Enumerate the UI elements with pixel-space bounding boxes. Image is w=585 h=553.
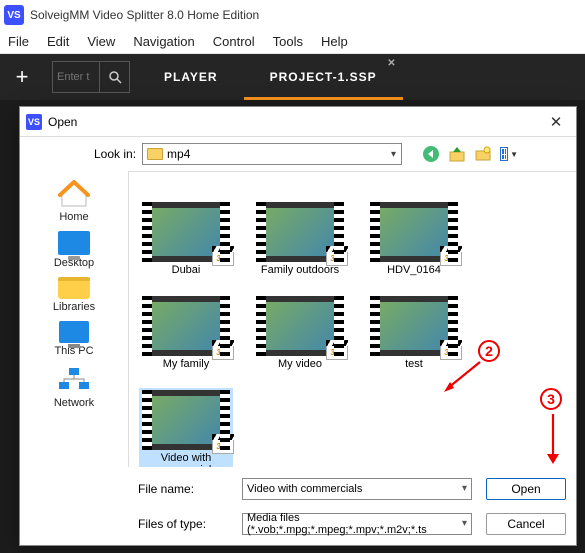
titlebar: VS SolveigMM Video Splitter 8.0 Home Edi… xyxy=(0,0,585,30)
place-thispc[interactable]: This PC xyxy=(20,321,128,357)
menu-file[interactable]: File xyxy=(8,34,29,49)
lookin-value: mp4 xyxy=(167,147,190,161)
menu-view[interactable]: View xyxy=(87,34,115,49)
folder-icon xyxy=(147,148,163,160)
menu-help[interactable]: Help xyxy=(321,34,348,49)
menu-navigation[interactable]: Navigation xyxy=(133,34,194,49)
file-label: Video with commercials xyxy=(141,452,231,467)
home-icon xyxy=(56,179,92,209)
dialog-logo: VS xyxy=(26,114,42,130)
file-label: test xyxy=(405,358,423,370)
open-button[interactable]: Open xyxy=(486,478,566,500)
tab-player-label: PLAYER xyxy=(164,70,218,84)
video-thumb-icon xyxy=(142,202,230,262)
cancel-button[interactable]: Cancel xyxy=(486,513,566,535)
lookin-combo[interactable]: mp4 ▾ xyxy=(142,143,402,165)
file-label: My family xyxy=(163,358,209,370)
lookin-label: Look in: xyxy=(94,147,136,161)
file-item-my-video[interactable]: My video xyxy=(253,294,347,372)
file-item-video-with-commercials[interactable]: Video with commercials xyxy=(139,388,233,467)
filetype-value: Media files (*.vob;*.mpg;*.mpeg;*.mpv;*.… xyxy=(247,512,462,536)
tab-project-label: PROJECT-1.SSP xyxy=(270,70,377,84)
search-icon[interactable] xyxy=(99,62,129,92)
place-network[interactable]: Network xyxy=(20,365,128,409)
open-dialog: VS Open ✕ Look in: mp4 ▾ ▼ xyxy=(19,106,577,546)
menu-edit[interactable]: Edit xyxy=(47,34,69,49)
place-libraries[interactable]: Libraries xyxy=(20,277,128,313)
nav-up-icon[interactable] xyxy=(448,145,466,163)
dialog-title: Open xyxy=(48,115,542,129)
search-input[interactable] xyxy=(53,67,99,87)
video-thumb-icon xyxy=(370,296,458,356)
place-home[interactable]: Home xyxy=(20,179,128,223)
thispc-icon xyxy=(59,321,89,343)
file-label: Dubai xyxy=(172,264,201,276)
nav-newfolder-icon[interactable] xyxy=(474,145,492,163)
menu-control[interactable]: Control xyxy=(213,34,255,49)
app-logo: VS xyxy=(4,5,24,25)
libraries-icon xyxy=(58,277,90,299)
filename-label: File name: xyxy=(138,482,228,496)
menu-tools[interactable]: Tools xyxy=(273,34,303,49)
chevron-down-icon: ▾ xyxy=(462,518,467,529)
tab-player[interactable]: PLAYER xyxy=(138,54,244,100)
desktop-icon xyxy=(58,231,90,255)
file-item-test[interactable]: test xyxy=(367,294,461,372)
dialog-close-button[interactable]: ✕ xyxy=(542,113,570,131)
search-box xyxy=(52,61,130,93)
menubar: File Edit View Navigation Control Tools … xyxy=(0,30,585,54)
place-label: Home xyxy=(59,211,88,223)
filename-input[interactable]: Video with commercials ▾ xyxy=(242,478,472,500)
nav-icons: ▼ xyxy=(422,145,518,163)
filetype-select[interactable]: Media files (*.vob;*.mpg;*.mpeg;*.mpv;*.… xyxy=(242,513,472,535)
video-thumb-icon xyxy=(142,296,230,356)
place-label: Libraries xyxy=(53,301,95,313)
video-thumb-icon xyxy=(256,202,344,262)
file-item-my-family[interactable]: My family xyxy=(139,294,233,372)
chevron-down-icon: ▾ xyxy=(386,149,401,160)
network-icon xyxy=(56,365,92,395)
filetype-label: Files of type: xyxy=(138,517,228,531)
file-item-family-outdoors[interactable]: Family outdoors xyxy=(253,200,347,278)
dialog-titlebar: VS Open ✕ xyxy=(20,107,576,137)
tab-project[interactable]: PROJECT-1.SSP ✕ xyxy=(244,54,403,100)
dialog-bottom: File name: Video with commercials ▾ Open… xyxy=(20,467,576,545)
video-thumb-icon xyxy=(370,202,458,262)
nav-back-icon[interactable] xyxy=(422,145,440,163)
video-thumb-icon xyxy=(256,296,344,356)
place-label: Network xyxy=(54,397,94,409)
video-thumb-icon xyxy=(142,390,230,450)
lookin-row: Look in: mp4 ▾ ▼ xyxy=(20,137,576,171)
chevron-down-icon: ▾ xyxy=(462,483,467,494)
toolbar: + PLAYER PROJECT-1.SSP ✕ xyxy=(0,54,585,100)
dialog-body: Home Desktop Libraries This PC Network xyxy=(20,171,576,467)
file-item-dubai[interactable]: Dubai xyxy=(139,200,233,278)
app-title: SolveigMM Video Splitter 8.0 Home Editio… xyxy=(30,8,259,22)
filename-value: Video with commercials xyxy=(247,483,362,495)
places-bar: Home Desktop Libraries This PC Network xyxy=(20,171,128,467)
chevron-down-icon: ▼ xyxy=(510,150,518,159)
add-button[interactable]: + xyxy=(0,54,44,100)
close-icon[interactable]: ✕ xyxy=(387,58,396,69)
place-desktop[interactable]: Desktop xyxy=(20,231,128,269)
file-label: My video xyxy=(278,358,322,370)
file-item-hdv0164[interactable]: HDV_0164 xyxy=(367,200,461,278)
file-label: HDV_0164 xyxy=(387,264,441,276)
nav-view-icon[interactable]: ▼ xyxy=(500,145,518,163)
file-pane[interactable]: Dubai Family outdoors HDV_0164 My family… xyxy=(128,171,576,467)
